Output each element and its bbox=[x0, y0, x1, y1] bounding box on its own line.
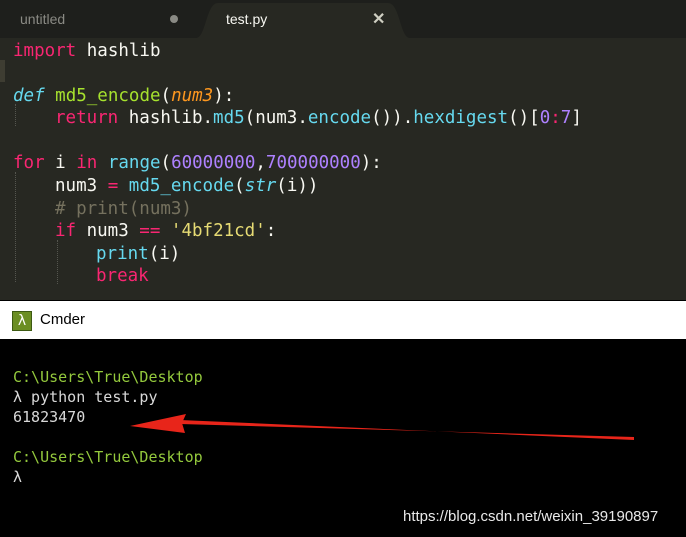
watermark: https://blog.csdn.net/weixin_39190897 bbox=[403, 508, 659, 525]
red-arrow-annotation bbox=[130, 414, 634, 440]
